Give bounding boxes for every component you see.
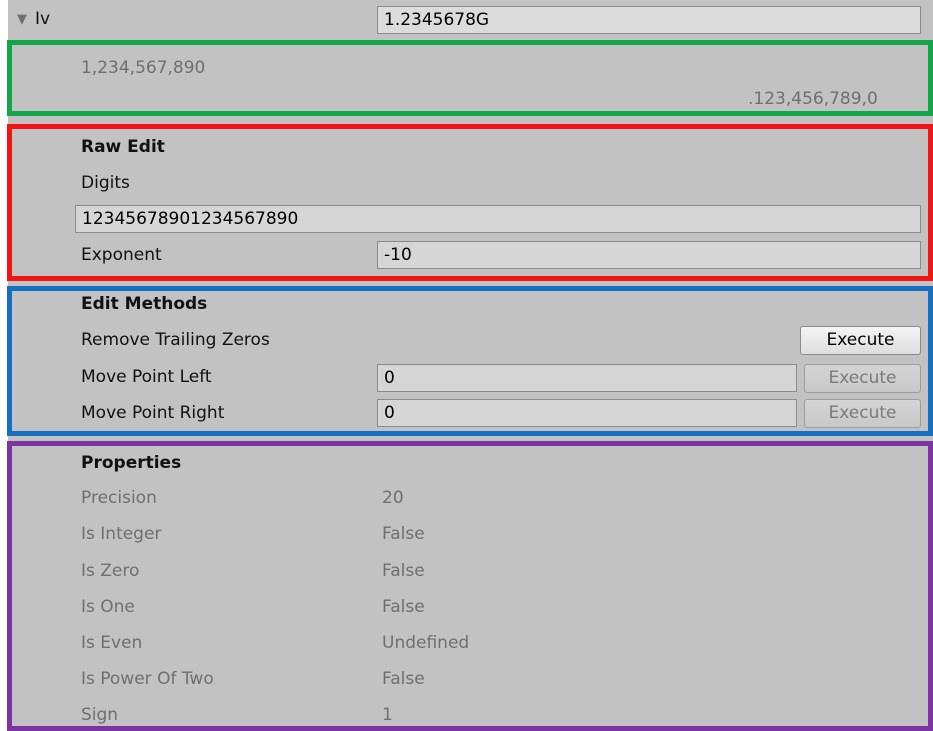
property-label-is-integer: Is Integer	[81, 524, 162, 544]
digits-input[interactable]: 12345678901234567890	[75, 205, 921, 233]
property-value-is-integer: False	[382, 524, 425, 544]
property-value-sign: 1	[382, 705, 393, 725]
exponent-label: Exponent	[81, 245, 162, 265]
exponent-input[interactable]: -10	[377, 241, 921, 269]
remove-trailing-zeros-execute-button[interactable]: Execute	[800, 326, 921, 355]
property-value-is-even: Undefined	[382, 633, 470, 653]
grouped-fraction-text: .123,456,789,0	[748, 89, 878, 109]
edit-methods-heading: Edit Methods	[81, 294, 208, 314]
move-point-right-label: Move Point Right	[81, 403, 225, 423]
property-value-is-power-of-two: False	[382, 669, 425, 689]
raw-edit-heading: Raw Edit	[81, 137, 165, 157]
move-point-left-label: Move Point Left	[81, 367, 212, 387]
properties-heading: Properties	[81, 453, 182, 473]
field-label-iv[interactable]: Iv	[35, 8, 50, 30]
property-label-is-power-of-two: Is Power Of Two	[81, 669, 214, 689]
move-point-right-execute-button[interactable]: Execute	[804, 399, 921, 428]
property-value-is-zero: False	[382, 561, 425, 581]
property-value-precision: 20	[382, 488, 404, 508]
remove-trailing-zeros-label: Remove Trailing Zeros	[81, 330, 270, 350]
iv-value-field[interactable]: 1.2345678G	[377, 6, 921, 34]
grouped-integer-text: 1,234,567,890	[81, 58, 206, 78]
property-label-is-even: Is Even	[81, 633, 143, 653]
digits-label: Digits	[81, 173, 130, 193]
property-value-is-one: False	[382, 597, 425, 617]
foldout-arrow-icon[interactable]: ▼	[17, 9, 27, 31]
inspector-panel: ▼ Iv 1.2345678G 1,234,567,890 .123,456,7…	[8, 0, 933, 731]
property-label-sign: Sign	[81, 705, 119, 725]
move-point-right-input[interactable]: 0	[377, 399, 797, 427]
move-point-left-execute-button[interactable]: Execute	[804, 364, 921, 393]
property-label-precision: Precision	[81, 488, 157, 508]
property-label-is-one: Is One	[81, 597, 135, 617]
move-point-left-input[interactable]: 0	[377, 364, 797, 392]
property-label-is-zero: Is Zero	[81, 561, 140, 581]
